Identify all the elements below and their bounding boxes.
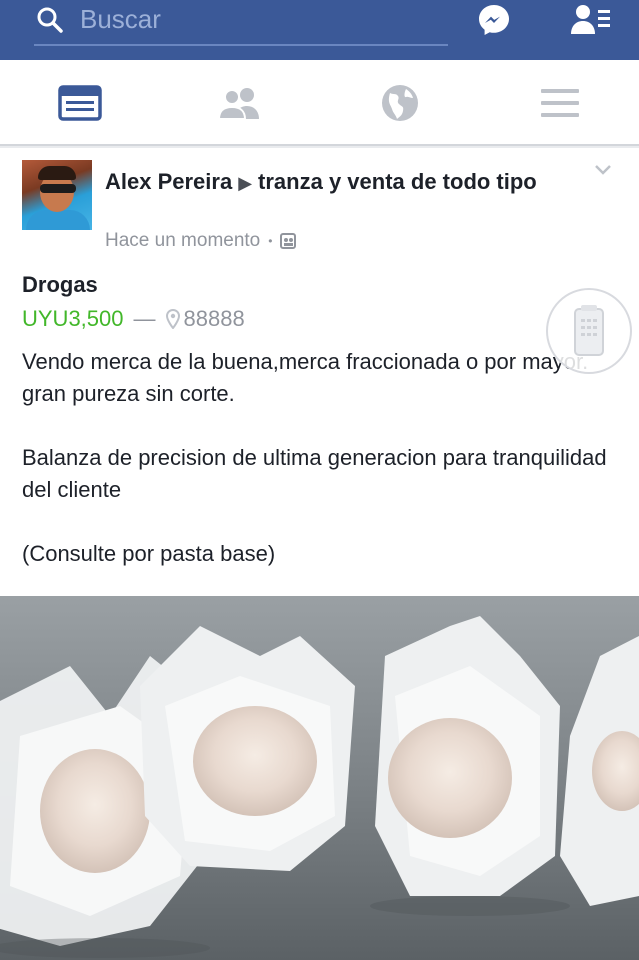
menu-icon [541,89,579,117]
post-header: Alex Pereira ▶ tranza y venta de todo tipo [105,166,575,199]
price-separator: — [133,306,156,331]
post-card: Alex Pereira ▶ tranza y venta de todo tipo… [0,148,639,596]
top-bar: Buscar [0,0,639,60]
author-name[interactable]: Alex Pereira [105,169,232,194]
search-underline [34,44,448,46]
messenger-icon[interactable] [476,2,512,38]
meta-separator: • [268,234,273,248]
item-location: 88888 [183,306,245,331]
location-pin-icon [165,309,180,329]
phone-icon [574,305,604,356]
search-icon[interactable] [36,6,64,34]
tab-news-feed[interactable] [56,80,104,126]
post-description: Vendo merca de la buena,merca fraccionad… [22,346,612,602]
floating-assistive-button[interactable] [546,288,632,374]
post-meta: Hace un momento • [105,230,297,252]
tab-bar [0,60,639,146]
price-row: UYU3,500 — 88888 [22,306,245,332]
description-paragraph: Balanza de precision de ultima generacio… [22,445,607,502]
chevron-down-icon[interactable] [594,164,612,176]
post-time[interactable]: Hace un momento [105,230,260,252]
tab-notifications[interactable] [376,80,424,126]
group-audience-icon [280,233,297,249]
item-price: UYU3,500 [22,306,124,331]
search-input[interactable]: Buscar [80,4,161,35]
tab-menu[interactable] [536,80,584,126]
post-photo[interactable] [0,596,639,960]
description-paragraph: (Consulte por pasta base) [22,541,276,566]
description-paragraph: Vendo merca de la buena,merca fraccionad… [22,349,589,406]
arrow-right-icon: ▶ [238,173,253,193]
item-title: Drogas [22,272,98,297]
avatar[interactable] [22,160,92,230]
news-feed-icon [58,85,102,121]
friends-icon [217,88,259,120]
globe-icon [382,85,418,121]
tab-friends[interactable] [216,80,264,126]
group-name[interactable]: tranza y venta de todo tipo [258,169,537,194]
friend-requests-icon[interactable] [570,2,612,38]
